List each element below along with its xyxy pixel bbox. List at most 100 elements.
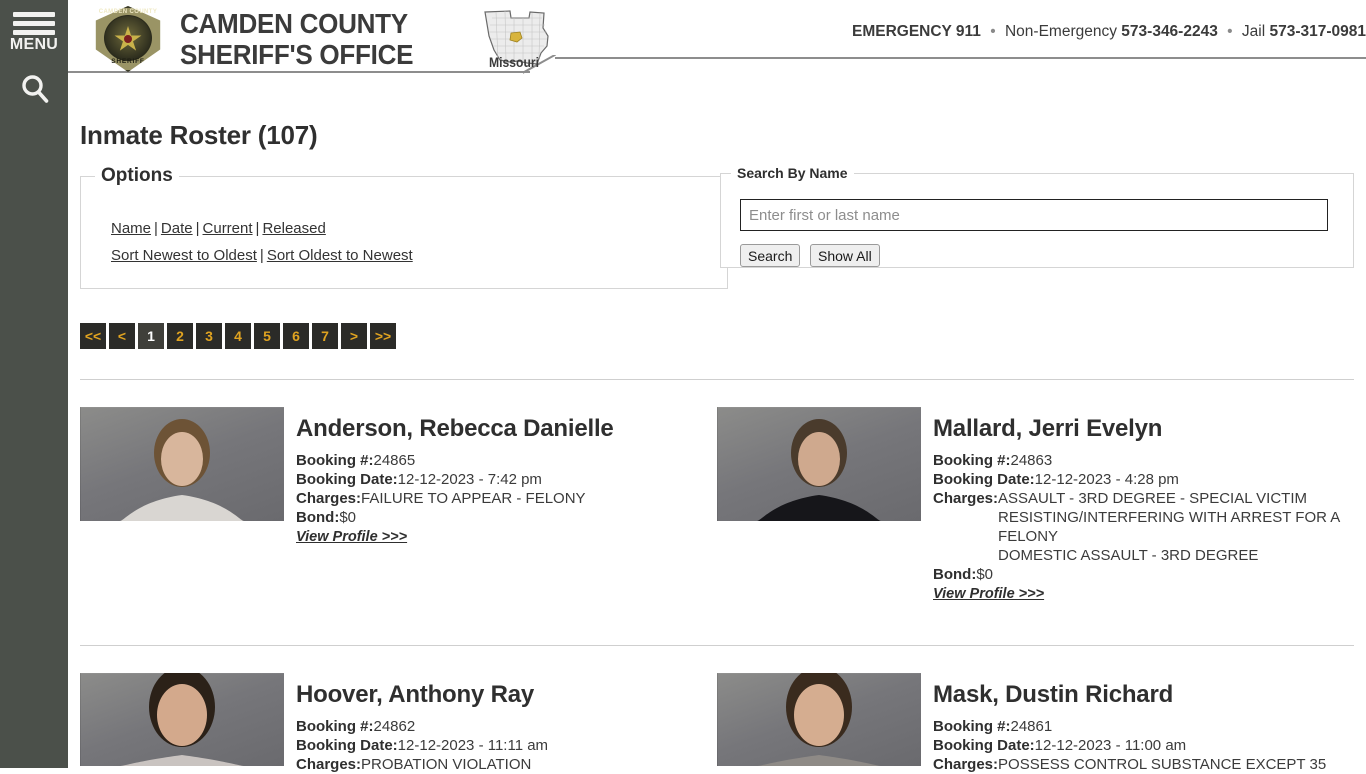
charges-value: ASSAULT - 3RD DEGREE - SPECIAL VICTIM RES… (998, 489, 1357, 565)
charges-value: PROBATION VIOLATION (361, 755, 531, 774)
charges-label: Charges: (933, 756, 999, 773)
divider (80, 379, 1354, 380)
bond-line: Bond:$0 (296, 508, 586, 527)
booking-date-line: Booking Date:12-12-2023 - 7:42 pm (296, 470, 586, 489)
booking-number-line: Booking #:24861 (933, 717, 1326, 736)
inmate-details: Booking #:24865 Booking Date:12-12-2023 … (296, 451, 586, 547)
booking-number-label: Booking #: (933, 718, 1011, 735)
jail-label: Jail (1241, 23, 1266, 40)
header-contact-info: EMERGENCY 911 • Non-Emergency 573-346-22… (852, 23, 1366, 41)
divider (80, 645, 1354, 646)
pagination-item-prev[interactable]: < (109, 323, 135, 349)
hamburger-menu-icon[interactable] (13, 12, 55, 39)
charge-item: PROBATION VIOLATION (361, 756, 532, 773)
inmate-name[interactable]: Mask, Dustin Richard (933, 681, 1173, 709)
booking-number-label: Booking #: (933, 452, 1011, 469)
inmate-name[interactable]: Hoover, Anthony Ray (296, 681, 534, 709)
charges-label: Charges: (933, 490, 999, 507)
sheriff-badge-logo[interactable]: CAMDEN COUNTY SHERIFF (90, 4, 166, 74)
view-profile-link[interactable]: View Profile >>> (296, 528, 407, 547)
inmate-mugshot[interactable] (717, 673, 921, 766)
pagination-item-prevprev[interactable]: << (80, 323, 106, 349)
bond-label: Bond: (933, 566, 977, 583)
booking-number-line: Booking #:24863 (933, 451, 1357, 470)
site-title-line-1: CAMDEN COUNTY (180, 8, 408, 39)
pagination-item-7[interactable]: 7 (312, 323, 338, 349)
hamburger-bar (13, 21, 55, 26)
main-content: Inmate Roster (107) Options Name | Date | Cu… (68, 75, 1366, 773)
booking-date-label: Booking Date: (933, 737, 1035, 754)
filter-link-released[interactable]: Released (262, 220, 325, 237)
search-legend: Search By Name (737, 165, 848, 181)
emergency-number[interactable]: EMERGENCY 911 (852, 23, 981, 40)
show-all-button[interactable]: Show All (810, 244, 880, 267)
charge-item: POSSESS CONTROL SUBSTANCE EXCEPT 35 (998, 756, 1327, 773)
badge-bottom-text: SHERIFF (111, 58, 145, 65)
charges-line: Charges: PROBATION VIOLATION (296, 755, 548, 774)
sort-oldest-to-newest-link[interactable]: Sort Oldest to Newest (267, 247, 413, 264)
non-emergency-label: Non-Emergency (1004, 23, 1117, 40)
header-rule-right (555, 57, 1366, 59)
missouri-map-label: Missouri (489, 55, 539, 70)
booking-date-value: 12-12-2023 - 7:42 pm (397, 471, 542, 488)
pagination-item-3[interactable]: 3 (196, 323, 222, 349)
search-panel: Search By Name Search Show All (720, 165, 1354, 268)
inmate-name[interactable]: Anderson, Rebecca Danielle (296, 415, 614, 443)
search-input[interactable] (740, 199, 1328, 231)
booking-number-line: Booking #:24862 (296, 717, 548, 736)
booking-date-line: Booking Date:12-12-2023 - 4:28 pm (933, 470, 1357, 489)
charges-value: POSSESS CONTROL SUBSTANCE EXCEPT 35 (998, 755, 1326, 774)
hamburger-bar (13, 12, 55, 17)
inmate-name[interactable]: Mallard, Jerri Evelyn (933, 415, 1162, 443)
bond-value: $0 (976, 566, 994, 583)
non-emergency-number[interactable]: 573-346-2243 (1121, 23, 1218, 40)
pagination-item-6[interactable]: 6 (283, 323, 309, 349)
booking-date-line: Booking Date:12-12-2023 - 11:00 am (933, 736, 1326, 755)
pagination-item-nextnext[interactable]: >> (370, 323, 396, 349)
charge-item: DOMESTIC ASSAULT - 3RD DEGREE (998, 547, 1259, 564)
charges-line: Charges: POSSESS CONTROL SUBSTANCE EXCEPT… (933, 755, 1326, 774)
options-links: Name | Date | Current | Released Sort Newest t… (111, 215, 413, 269)
bond-label: Bond: (296, 509, 340, 526)
sort-link-date[interactable]: Date (161, 220, 193, 237)
booking-date-label: Booking Date: (296, 471, 398, 488)
search-button[interactable]: Search (740, 244, 801, 267)
inmate-details: Booking #:24863 Booking Date:12-12-2023 … (933, 451, 1357, 604)
options-legend: Options (101, 165, 173, 186)
booking-number-value: 24863 (1010, 452, 1053, 469)
charge-item: FAILURE TO APPEAR - FELONY (361, 490, 586, 507)
inmate-mugshot[interactable] (80, 673, 284, 766)
booking-date-label: Booking Date: (933, 471, 1035, 488)
site-title-line-2: SHERIFF'S OFFICE (180, 39, 414, 70)
pagination-item-1[interactable]: 1 (138, 323, 164, 349)
booking-date-value: 12-12-2023 - 11:00 am (1034, 737, 1187, 754)
filter-link-current[interactable]: Current (203, 220, 253, 237)
link-pipe: | (255, 220, 260, 237)
charges-value: FAILURE TO APPEAR - FELONY (361, 489, 586, 508)
pagination-item-4[interactable]: 4 (225, 323, 251, 349)
booking-date-label: Booking Date: (296, 737, 398, 754)
booking-number-value: 24865 (373, 452, 416, 469)
sort-newest-to-oldest-link[interactable]: Sort Newest to Oldest (111, 247, 257, 264)
site-header: CAMDEN COUNTY SHERIFF CAMDEN COUNTY SHER… (68, 0, 1366, 75)
hamburger-bar (13, 30, 55, 35)
booking-number-label: Booking #: (296, 718, 374, 735)
booking-date-line: Booking Date:12-12-2023 - 11:11 am (296, 736, 548, 755)
contact-separator: • (1227, 23, 1233, 40)
charges-line: Charges: FAILURE TO APPEAR - FELONY (296, 489, 586, 508)
booking-date-value: 12-12-2023 - 11:11 am (397, 737, 549, 754)
menu-label[interactable]: MENU (0, 36, 68, 54)
inmate-mugshot[interactable] (717, 407, 921, 521)
charges-line: Charges: ASSAULT - 3RD DEGREE - SPECIAL V… (933, 489, 1357, 565)
booking-number-value: 24862 (373, 718, 416, 735)
pagination-item-2[interactable]: 2 (167, 323, 193, 349)
search-icon[interactable] (18, 72, 52, 106)
sort-link-name[interactable]: Name (111, 220, 151, 237)
view-profile-link[interactable]: View Profile >>> (933, 585, 1044, 604)
pagination-item-5[interactable]: 5 (254, 323, 280, 349)
pagination-item-next[interactable]: > (341, 323, 367, 349)
inmate-mugshot[interactable] (80, 407, 284, 521)
jail-number[interactable]: 573-317-0981 (1269, 23, 1366, 40)
site-title[interactable]: CAMDEN COUNTY SHERIFF'S OFFICE (180, 8, 459, 70)
charge-item: ASSAULT - 3RD DEGREE - SPECIAL VICTIM (998, 490, 1307, 507)
